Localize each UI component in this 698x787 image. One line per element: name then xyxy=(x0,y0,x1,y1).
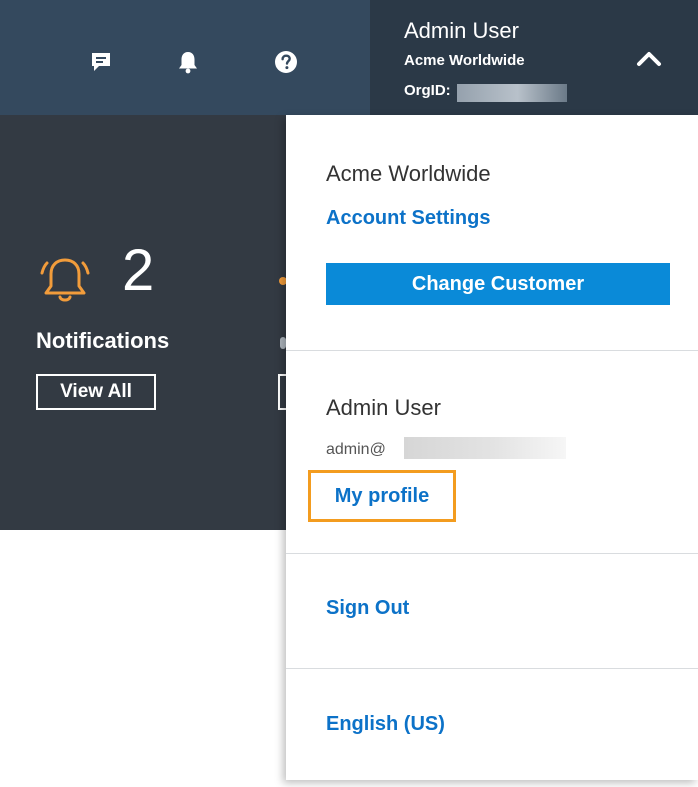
change-customer-button[interactable]: Change Customer xyxy=(326,263,670,305)
language-selector[interactable]: English (US) xyxy=(326,713,445,736)
menu-email: admin@ xyxy=(326,441,386,458)
bell-outline-icon xyxy=(40,258,90,302)
notifications-label: Notifications xyxy=(36,328,170,353)
view-all-button[interactable]: View All xyxy=(36,374,156,410)
notification-count: 2 xyxy=(122,238,155,303)
menu-divider xyxy=(286,668,698,669)
sign-out-link[interactable]: Sign Out xyxy=(326,597,409,620)
menu-divider xyxy=(286,553,698,554)
help-icon[interactable] xyxy=(269,45,303,79)
menu-divider xyxy=(286,350,698,351)
email-redacted xyxy=(404,437,566,459)
top-bar: Admin User Acme Worldwide OrgID: xyxy=(0,0,698,115)
org-id-redacted xyxy=(457,84,567,102)
chevron-up-icon[interactable] xyxy=(636,50,662,68)
user-org: Acme Worldwide xyxy=(404,52,525,69)
user-menu-toggle[interactable]: Admin User Acme Worldwide OrgID: xyxy=(370,0,698,115)
my-profile-link[interactable]: My profile xyxy=(308,470,456,522)
user-name: Admin User xyxy=(404,18,519,43)
user-dropdown-menu: Acme Worldwide Account Settings Change C… xyxy=(286,115,698,780)
menu-user-name: Admin User xyxy=(326,395,441,420)
feedback-icon[interactable] xyxy=(84,45,118,79)
notifications-panel: 2 Notifications View All xyxy=(0,115,288,530)
org-id-label: OrgID: xyxy=(404,82,451,99)
menu-org-name: Acme Worldwide xyxy=(326,161,491,186)
bell-icon[interactable] xyxy=(171,45,205,79)
account-settings-link[interactable]: Account Settings xyxy=(326,207,490,230)
